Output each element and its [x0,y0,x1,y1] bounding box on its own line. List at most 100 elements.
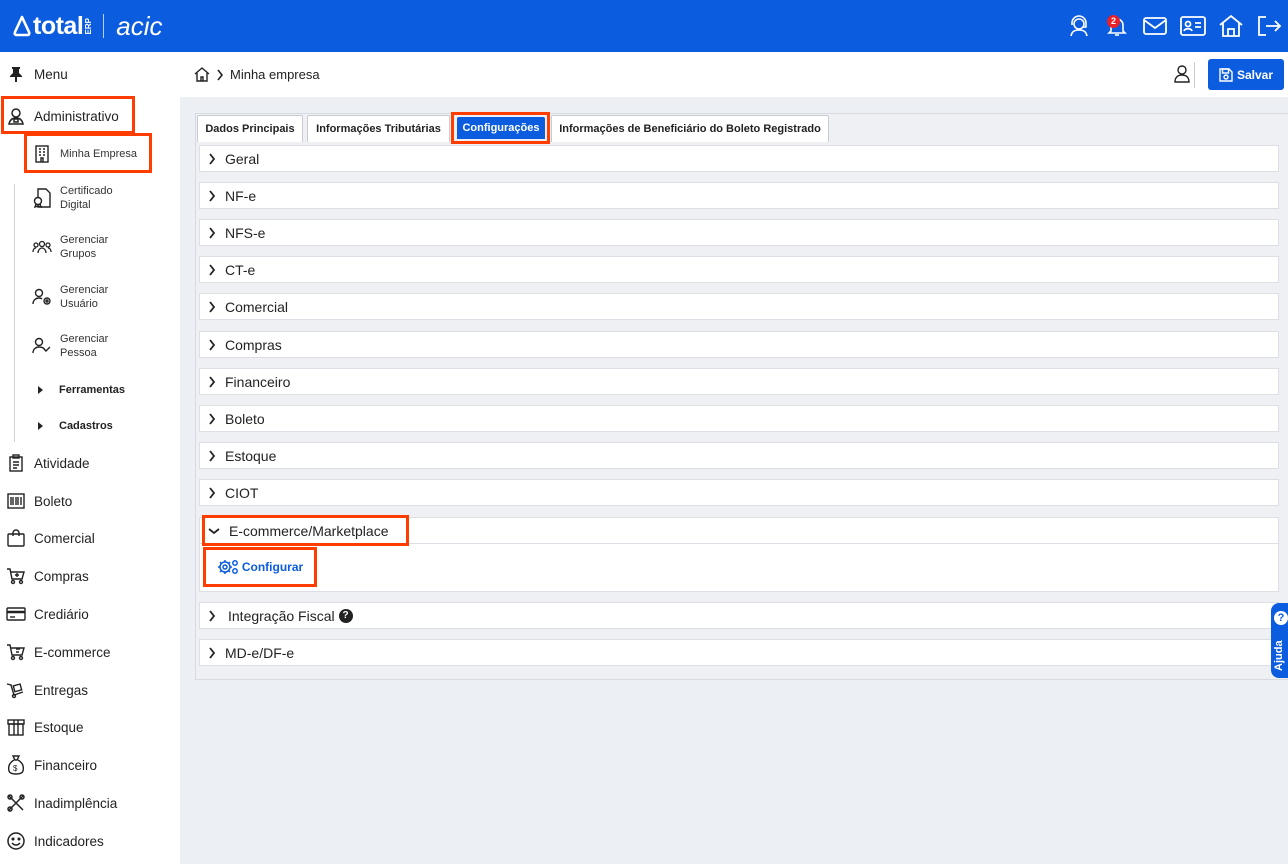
sidebar-item-label: Financeiro [34,757,98,773]
sidebar-sub-label: Certificado Digital [60,185,113,211]
sidebar-item-gerenciar-grupos[interactable]: Gerenciar Grupos [28,232,178,262]
sidebar-item-estoque[interactable]: Estoque [0,708,180,746]
sidebar-item-label: Indicadores [34,833,104,849]
tab-label: Dados Principais [205,123,295,135]
sidebar-item-label: Inadimplência [34,795,118,811]
tab-label: Informações de Beneficiário do Boleto Re… [559,123,821,135]
box-icon [6,717,26,737]
top-icons: 2 [1060,0,1288,52]
section-label: NF-e [225,187,257,204]
page-title: Minha empresa [230,67,320,82]
sidebar-item-certificado-digital[interactable]: Certificado Digital [28,183,178,213]
sidebar-item-gerenciar-usuario[interactable]: Gerenciar Usuário [28,282,178,312]
tab-beneficiario-boleto[interactable]: Informações de Beneficiário do Boleto Re… [551,115,829,142]
sidebar-item-compras[interactable]: Compras [0,557,180,595]
clipboard-icon [6,453,26,473]
sidebar-group-ferramentas[interactable]: Ferramentas [38,384,125,396]
notification-badge: 2 [1107,15,1120,28]
sidebar-item-label: Atividade [34,455,90,471]
sidebar-item-atividade[interactable]: Atividade [0,444,180,482]
brand-triangle-icon [13,15,31,37]
bell-icon[interactable]: 2 [1098,7,1136,45]
chevron-right-icon [208,412,216,425]
chevron-right-icon [216,69,224,81]
sidebar-item-menu[interactable]: Menu [0,55,180,93]
home-breadcrumb-icon[interactable] [194,67,210,82]
tab-dados-principais[interactable]: Dados Principais [197,115,303,142]
help-tab[interactable]: ? Ajuda [1271,603,1288,678]
brand-erp: ERP [84,17,94,35]
group-icon [32,237,52,257]
credit-card-icon [6,604,26,624]
section-label: Estoque [225,447,277,464]
section-mde-dfe[interactable]: MD-e/DF-e [199,639,1279,666]
sidebar: Menu Administrativo Minha Empresa Certif… [0,52,180,864]
brand-total: total [12,12,84,41]
toolbar-divider [1194,62,1195,88]
sidebar-item-boleto[interactable]: Boleto [0,482,180,520]
question-circle-icon[interactable]: ? [338,608,353,623]
sidebar-item-label: E-commerce [34,644,111,660]
sidebar-sub-label: Gerenciar Pessoa [60,333,109,359]
sidebar-item-crediario[interactable]: Crediário [0,595,180,633]
sidebar-group-label: Cadastros [59,420,113,432]
section-label: Comercial [225,298,289,315]
tab-informacoes-tributarias[interactable]: Informações Tributárias [307,115,450,142]
section-label: CIOT [225,484,259,501]
sidebar-item-e-commerce[interactable]: E-commerce [0,633,180,671]
chevron-right-icon [208,375,216,388]
sidebar-item-label: Compras [34,568,89,584]
top-bar: total ERP acic 2 [0,0,1288,52]
sidebar-item-comercial[interactable]: Comercial [0,519,180,557]
chevron-right-icon [208,486,216,499]
section-ecommerce-body [199,544,1279,592]
chevron-right-icon [208,226,216,239]
brand-acic: acic [116,10,163,41]
home-icon[interactable] [1212,7,1250,45]
brand-logo[interactable]: total ERP acic [12,11,163,42]
logout-icon[interactable] [1250,7,1288,45]
chevron-right-icon [208,646,216,659]
highlight-administrativo [1,96,135,134]
mail-icon[interactable] [1136,7,1174,45]
sidebar-item-label: Boleto [34,493,73,509]
section-cte[interactable]: CT-e [199,256,1279,283]
brand-separator [103,14,105,38]
tab-label: Informações Tributárias [316,123,441,135]
ecommerce-cart-icon [6,642,26,662]
section-geral[interactable]: Geral [199,145,1279,172]
section-compras[interactable]: Compras [199,331,1279,358]
sidebar-item-inadimplencia[interactable]: Inadimplência [0,784,180,822]
cart-icon [6,566,26,586]
section-label: Geral [225,150,260,167]
id-card-icon[interactable] [1174,7,1212,45]
section-nfse[interactable]: NFS-e [199,219,1279,246]
chevron-right-icon [208,152,216,165]
section-label: Financeiro [225,373,291,390]
highlight-configuracoes-tab [451,112,550,144]
sidebar-item-label: Comercial [34,530,95,546]
section-nfe[interactable]: NF-e [199,182,1279,209]
section-financeiro[interactable]: Financeiro [199,368,1279,395]
help-tab-label: Ajuda [1273,640,1285,671]
sidebar-item-gerenciar-pessoa[interactable]: Gerenciar Pessoa [28,331,178,361]
section-ciot[interactable]: CIOT [199,479,1279,506]
section-boleto[interactable]: Boleto [199,405,1279,432]
section-comercial[interactable]: Comercial [199,293,1279,320]
save-button[interactable]: Salvar [1208,59,1284,90]
chevron-right-icon [208,300,216,313]
user-icon[interactable] [1174,65,1190,88]
section-integracao-fiscal[interactable]: Integração Fiscal ? [199,602,1279,629]
sidebar-item-indicadores[interactable]: Indicadores [0,822,180,860]
expand-triangle-icon [38,422,43,430]
help-question-icon: ? [1274,611,1288,625]
highlight-configure-button [203,547,317,587]
section-label: Integração Fiscal [228,607,335,624]
sidebar-item-entregas[interactable]: Entregas [0,671,180,709]
section-estoque[interactable]: Estoque [199,442,1279,469]
support-agent-icon[interactable] [1060,7,1098,45]
sidebar-item-label: Estoque [34,719,84,735]
chevron-right-icon [208,263,216,276]
sidebar-item-financeiro[interactable]: $ Financeiro [0,746,180,784]
sidebar-group-cadastros[interactable]: Cadastros [38,420,113,432]
